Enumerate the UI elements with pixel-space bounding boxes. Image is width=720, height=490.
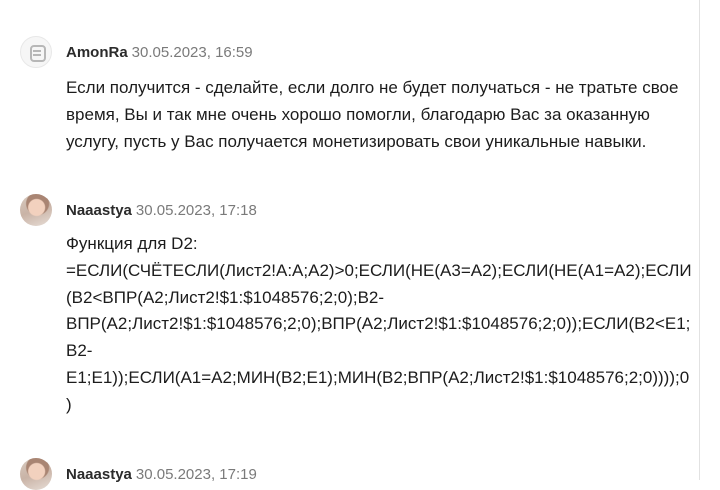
comment: Naaastya 30.05.2023, 17:19 (20, 458, 680, 490)
comment-header: Naaastya 30.05.2023, 17:18 (20, 194, 680, 226)
user-avatar[interactable] (20, 194, 52, 226)
comment-date: 30.05.2023, 17:18 (135, 201, 257, 219)
comment-date: 30.05.2023, 16:59 (131, 43, 253, 61)
comment: Naaastya 30.05.2023, 17:18 Функция для D… (20, 194, 692, 419)
comment: AmonRa 30.05.2023, 16:59 Если получится … (20, 36, 680, 155)
user-avatar[interactable] (20, 458, 52, 490)
comment-text: Функция для D2: =ЕСЛИ(СЧЁТЕСЛИ(Лист2!A:A… (66, 234, 692, 414)
content-border (699, 0, 700, 480)
comment-header: Naaastya 30.05.2023, 17:19 (20, 458, 680, 490)
robot-avatar[interactable] (20, 36, 52, 68)
comment-header: AmonRa 30.05.2023, 16:59 (20, 36, 680, 68)
comment-text: Если получится - сделайте, если долго не… (66, 78, 679, 151)
comment-author[interactable]: Naaastya (66, 202, 132, 219)
comment-author[interactable]: AmonRa (66, 44, 128, 61)
